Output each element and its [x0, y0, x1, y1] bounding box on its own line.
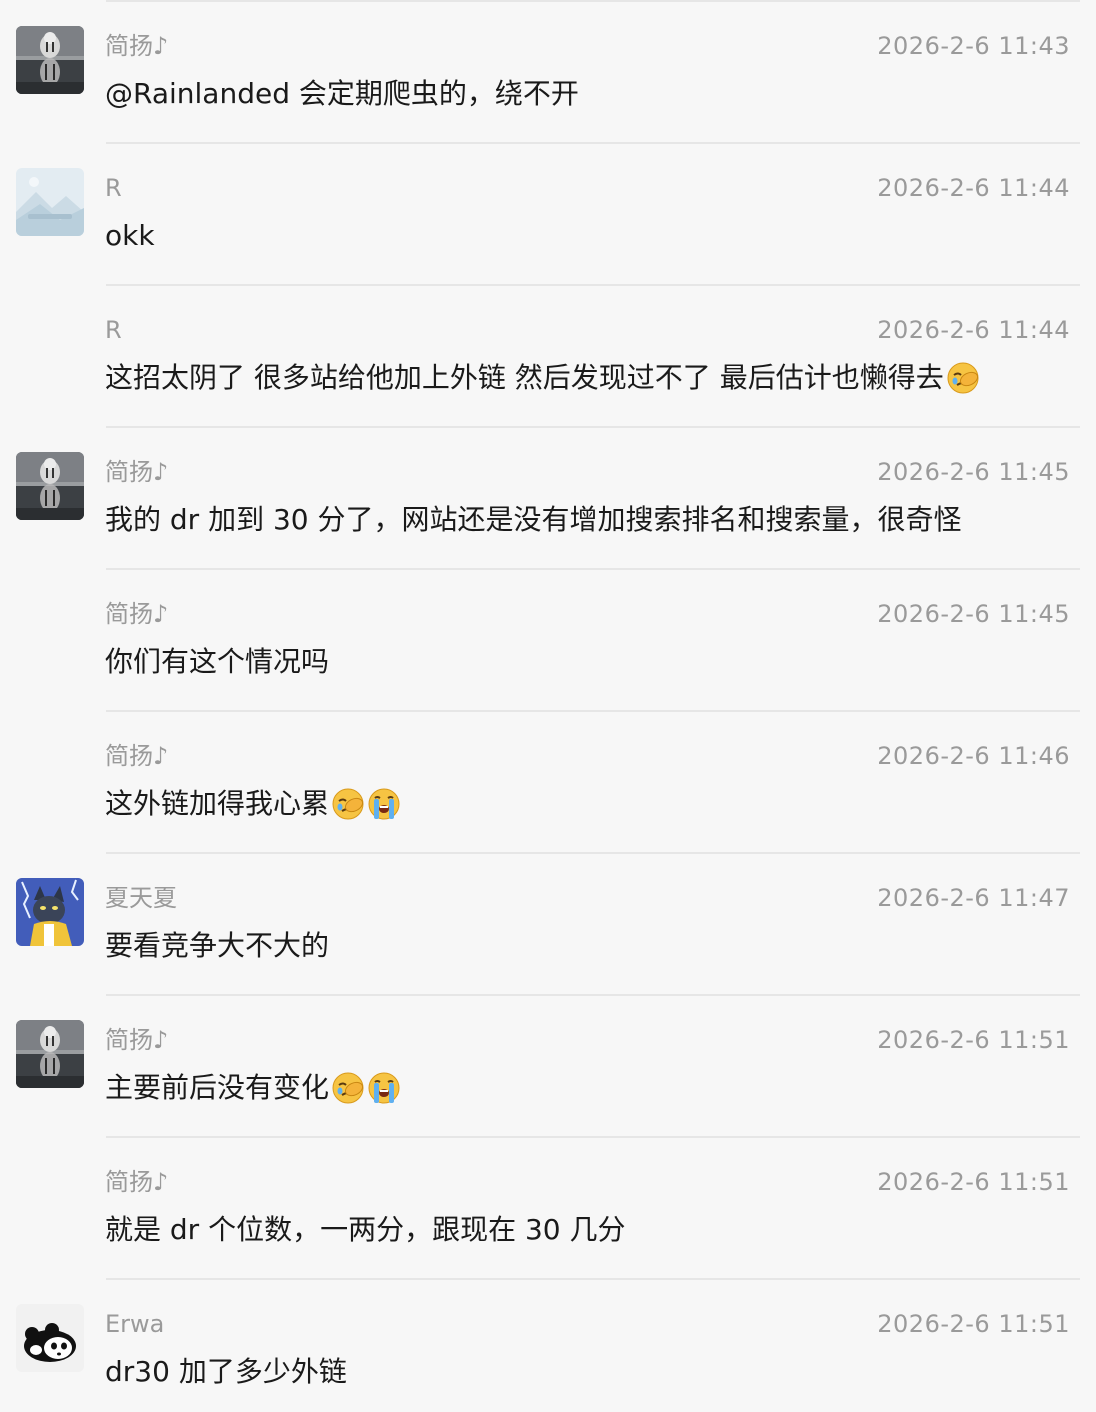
landscape-placeholder-avatar[interactable] — [16, 168, 84, 236]
facepalm-emoji — [946, 361, 980, 395]
message-item[interactable]: 简扬♪ 2026-2-6 11:45 你们有这个情况吗 — [0, 568, 1096, 710]
facepalm-emoji — [331, 1071, 365, 1105]
chat-message-list[interactable]: 简扬♪ 2026-2-6 11:43 @Rainlanded 会定期爬虫的，绕不开 … — [0, 0, 1096, 1412]
message-timestamp: 2026-2-6 11:43 — [877, 32, 1070, 60]
message-divider — [106, 568, 1080, 570]
message-divider — [106, 1278, 1080, 1280]
message-item[interactable]: 简扬♪ 2026-2-6 11:43 @Rainlanded 会定期爬虫的，绕不开 — [0, 0, 1096, 142]
sender-name[interactable]: 简扬♪ — [105, 30, 168, 62]
message-text-content: okk — [105, 219, 155, 252]
message-item[interactable]: R 2026-2-6 11:44 这招太阴了 很多站给他加上外链 然后发现过不了 最… — [0, 284, 1096, 426]
message-timestamp: 2026-2-6 11:47 — [877, 884, 1070, 912]
message-divider — [106, 0, 1080, 2]
message-text: 就是 dr 个位数，一两分，跟现在 30 几分 — [105, 1210, 626, 1250]
message-item[interactable]: 夏天夏 2026-2-6 11:47 要看竞争大不大的 — [0, 852, 1096, 994]
message-item[interactable]: 简扬♪ 2026-2-6 11:46 这外链加得我心累 — [0, 710, 1096, 852]
message-item[interactable]: Erwa 2026-2-6 11:51 dr30 加了多少外链 — [0, 1278, 1096, 1412]
message-text-content: 要看竞争大不大的 — [105, 929, 330, 962]
message-text: @Rainlanded 会定期爬虫的，绕不开 — [105, 74, 579, 114]
tiger-reflection-avatar[interactable] — [16, 452, 84, 520]
panda-avatar[interactable] — [16, 1304, 84, 1372]
message-divider — [106, 142, 1080, 144]
message-divider — [106, 994, 1080, 996]
crying-emoji — [367, 787, 401, 821]
message-text-content: 这招太阴了 很多站给他加上外链 然后发现过不了 最后估计也懒得去 — [105, 361, 944, 394]
message-text: dr30 加了多少外链 — [105, 1352, 347, 1392]
message-text: 你们有这个情况吗 — [105, 642, 329, 682]
message-item[interactable]: 简扬♪ 2026-2-6 11:51 就是 dr 个位数，一两分，跟现在 30 几分 — [0, 1136, 1096, 1278]
sender-name[interactable]: 简扬♪ — [105, 456, 168, 488]
message-timestamp: 2026-2-6 11:44 — [877, 316, 1070, 344]
sender-name[interactable]: R — [105, 314, 122, 346]
message-text: 这外链加得我心累 — [105, 784, 401, 824]
message-timestamp: 2026-2-6 11:46 — [877, 742, 1070, 770]
sender-name[interactable]: 简扬♪ — [105, 740, 168, 772]
sender-name[interactable]: 夏天夏 — [105, 882, 177, 914]
sender-name[interactable]: 简扬♪ — [105, 1166, 168, 1198]
message-timestamp: 2026-2-6 11:45 — [877, 600, 1070, 628]
message-text-content: 主要前后没有变化 — [105, 1071, 330, 1104]
message-text-content: 这外链加得我心累 — [105, 787, 330, 820]
message-timestamp: 2026-2-6 11:51 — [877, 1168, 1070, 1196]
message-text: 我的 dr 加到 30 分了，网站还是没有增加搜索排名和搜索量，很奇怪 — [105, 500, 962, 540]
facepalm-emoji — [331, 787, 365, 821]
message-text-content: 我的 dr 加到 30 分了，网站还是没有增加搜索排名和搜索量，很奇怪 — [105, 503, 962, 536]
message-text: 主要前后没有变化 — [105, 1068, 401, 1108]
message-text-content: @Rainlanded 会定期爬虫的，绕不开 — [105, 77, 579, 110]
cartoon-cat-avatar[interactable] — [16, 878, 84, 946]
message-timestamp: 2026-2-6 11:44 — [877, 174, 1070, 202]
message-timestamp: 2026-2-6 11:45 — [877, 458, 1070, 486]
sender-name[interactable]: 简扬♪ — [105, 598, 168, 630]
sender-name[interactable]: Erwa — [105, 1308, 164, 1340]
message-divider — [106, 1136, 1080, 1138]
message-timestamp: 2026-2-6 11:51 — [877, 1310, 1070, 1338]
message-text: 要看竞争大不大的 — [105, 926, 329, 966]
crying-emoji — [367, 1071, 401, 1105]
message-item[interactable]: R 2026-2-6 11:44 okk — [0, 142, 1096, 284]
message-divider — [106, 710, 1080, 712]
message-text-content: 就是 dr 个位数，一两分，跟现在 30 几分 — [105, 1213, 626, 1246]
message-text: 这招太阴了 很多站给他加上外链 然后发现过不了 最后估计也懒得去 — [105, 358, 980, 398]
message-divider — [106, 284, 1080, 286]
tiger-reflection-avatar[interactable] — [16, 1020, 84, 1088]
message-timestamp: 2026-2-6 11:51 — [877, 1026, 1070, 1054]
tiger-reflection-avatar[interactable] — [16, 26, 84, 94]
sender-name[interactable]: 简扬♪ — [105, 1024, 168, 1056]
message-divider — [106, 852, 1080, 854]
message-text: okk — [105, 216, 155, 256]
message-text-content: 你们有这个情况吗 — [105, 645, 330, 678]
message-divider — [106, 426, 1080, 428]
message-item[interactable]: 简扬♪ 2026-2-6 11:51 主要前后没有变化 — [0, 994, 1096, 1136]
message-text-content: dr30 加了多少外链 — [105, 1355, 347, 1388]
sender-name[interactable]: R — [105, 172, 122, 204]
message-item[interactable]: 简扬♪ 2026-2-6 11:45 我的 dr 加到 30 分了，网站还是没有增加… — [0, 426, 1096, 568]
